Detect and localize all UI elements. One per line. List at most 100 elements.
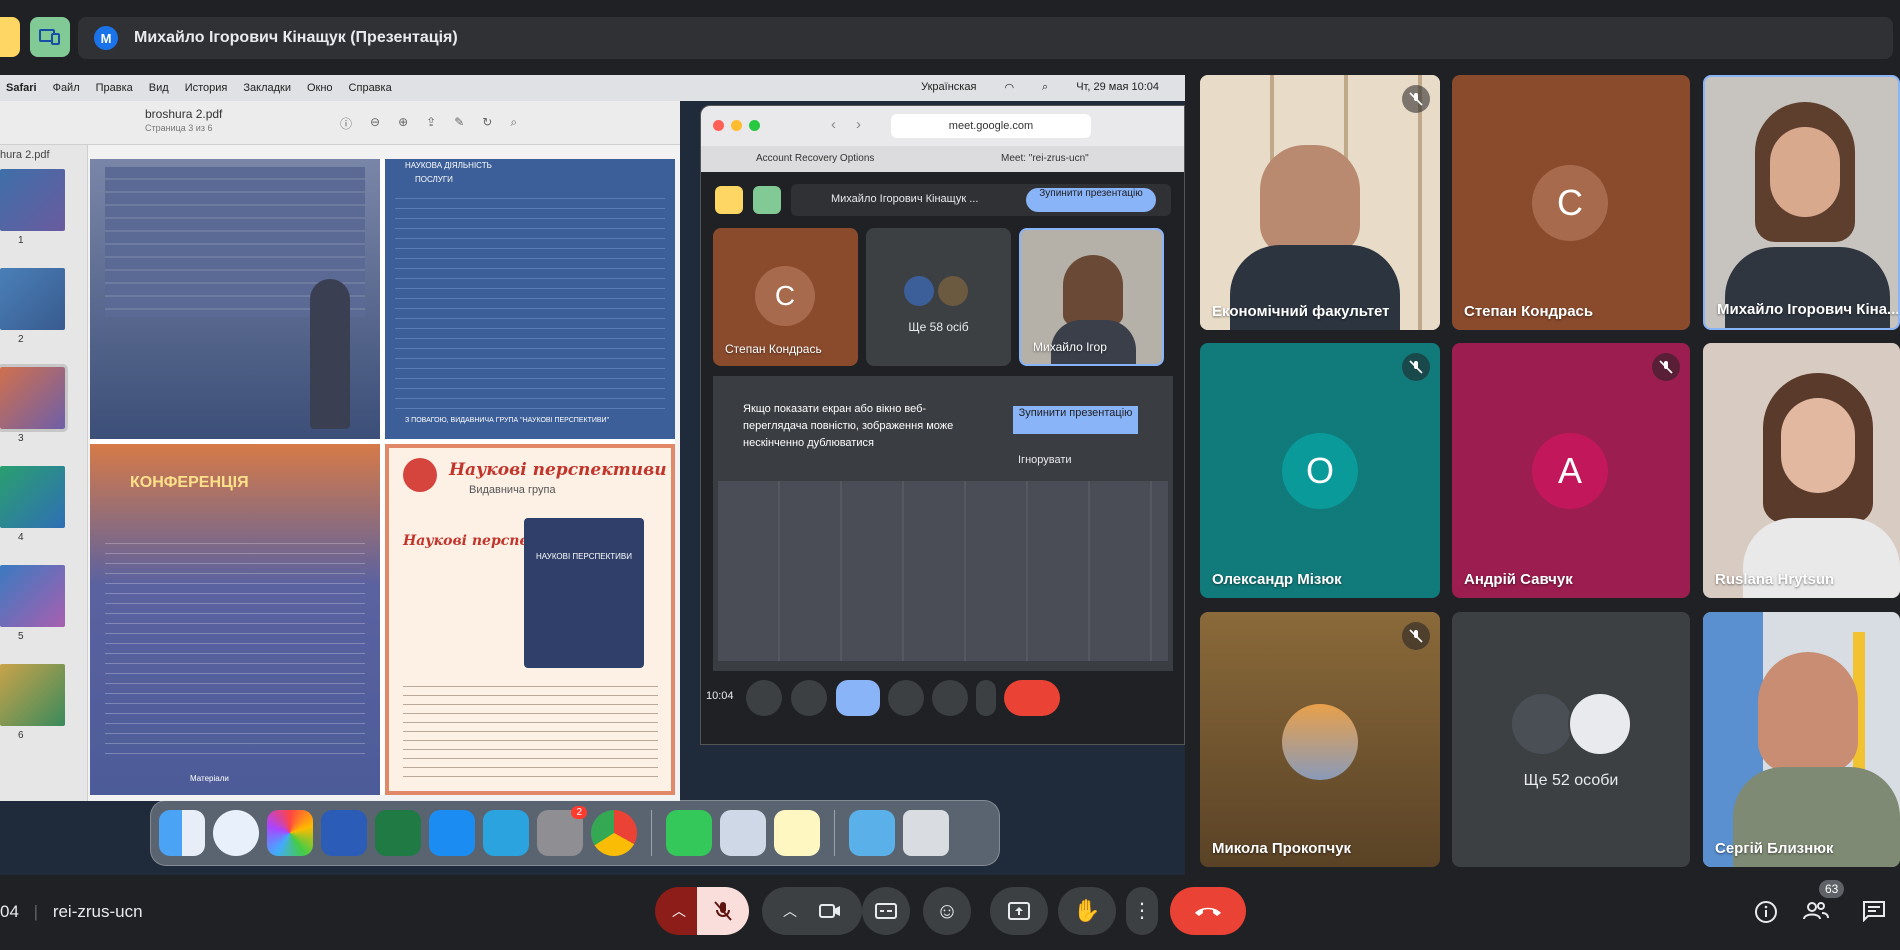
nested-present-button[interactable]	[836, 680, 880, 716]
nested-more-button[interactable]	[976, 680, 996, 716]
keyboard-layout[interactable]: Українская	[921, 81, 976, 94]
url-bar[interactable]: meet.google.com	[891, 114, 1091, 138]
meeting-info-icon[interactable]	[1754, 900, 1780, 926]
reactions-button[interactable]: ☺	[923, 887, 971, 935]
finder-icon[interactable]	[159, 810, 205, 856]
photos-icon[interactable]	[267, 810, 313, 856]
trash-icon[interactable]	[903, 810, 949, 856]
preview-window: broshura 2.pdf Страница 3 из 6 ⓘ ⊖ ⊕ ⇪ ✎…	[0, 101, 680, 801]
minimize-window-button[interactable]	[731, 120, 742, 131]
mic-toggle-button[interactable]	[697, 887, 749, 935]
word-icon[interactable]	[321, 810, 367, 856]
wifi-icon[interactable]: ◠	[1004, 81, 1014, 94]
nested-captions-button[interactable]	[888, 680, 924, 716]
zoom-out-icon[interactable]: ⊖	[370, 115, 380, 132]
page-thumbnail-5[interactable]	[0, 565, 65, 627]
present-screen-icon	[1008, 902, 1030, 920]
page-thumbnail-2[interactable]	[0, 268, 65, 330]
nested-presentation-icon[interactable]	[715, 186, 743, 214]
leave-call-button[interactable]	[1170, 887, 1246, 935]
menu-history[interactable]: История	[185, 82, 228, 94]
nested-leave-button[interactable]	[1004, 680, 1060, 716]
menubar-datetime[interactable]: Чт, 29 мая 10:04	[1076, 81, 1159, 94]
excel-icon[interactable]	[375, 810, 421, 856]
pdf-page: НАУКОВА ДІЯЛЬНІСТЬ ПОСЛУГИ З ПОВАГОЮ, ВИ…	[90, 159, 675, 795]
conference-quadrant: КОНФЕРЕНЦІЯ Матеріали	[90, 444, 380, 795]
participant-name: Андрій Савчук	[1464, 571, 1573, 588]
nested-tile-more[interactable]: Ще 58 осіб	[866, 228, 1011, 366]
browser-tabs: Account Recovery Options Meet: "rei-zrus…	[701, 146, 1184, 172]
avatar: С	[1532, 165, 1608, 241]
nested-switch-icon[interactable]	[753, 186, 781, 214]
warning-ignore-button[interactable]: Ігнорувати	[1018, 454, 1072, 466]
menu-view[interactable]: Вид	[149, 82, 169, 94]
mirror-warning-text: Якщо показати екран або вікно веб-перегл…	[743, 403, 954, 449]
menu-help[interactable]: Справка	[349, 82, 392, 94]
stop-presenting-button[interactable]: Зупинити презентацію	[1026, 188, 1156, 212]
participant-name: Степан Кондрась	[1464, 303, 1594, 320]
info-icon[interactable]: ⓘ	[340, 115, 352, 132]
participant-name: Економічний факультет	[1212, 303, 1390, 320]
tab-account-recovery[interactable]: Account Recovery Options	[756, 153, 874, 164]
page-thumbnail-6[interactable]	[0, 664, 65, 726]
switch-screen-icon[interactable]	[30, 17, 70, 57]
presentation-chip[interactable]: M Михайло Ігорович Кінащук (Презентація)	[78, 17, 1893, 59]
footer-line: З ПОВАГОЮ, ВИДАВНИЧА ГРУПА "НАУКОВІ ПЕРС…	[405, 417, 610, 424]
participant-name: Ruslana Hrytsun	[1715, 571, 1835, 588]
safari-icon[interactable]	[213, 810, 259, 856]
tile-more-participants[interactable]: Ще 52 особи	[1452, 612, 1690, 867]
tab-meet[interactable]: Meet: "rei-zrus-ucn"	[1001, 153, 1089, 164]
people-icon[interactable]	[1803, 900, 1829, 926]
menu-edit[interactable]: Правка	[96, 82, 133, 94]
page-thumbnail-1[interactable]	[0, 169, 65, 231]
facetime-icon[interactable]	[666, 810, 712, 856]
nested-mic-button[interactable]	[746, 680, 782, 716]
share-icon[interactable]: ⇪	[426, 115, 436, 132]
telegram-icon[interactable]	[483, 810, 529, 856]
forward-arrow-icon[interactable]: ›	[856, 116, 861, 133]
menu-window[interactable]: Окно	[307, 82, 333, 94]
nested-raise-hand-button[interactable]	[932, 680, 968, 716]
raise-hand-button[interactable]: ✋	[1058, 887, 1116, 935]
mic-options-button[interactable]: ︿	[655, 887, 703, 935]
page-thumbnail-4[interactable]	[0, 466, 65, 528]
menu-bookmarks[interactable]: Закладки	[243, 82, 291, 94]
mac-dock: 2	[150, 800, 1000, 866]
chrome-icon[interactable]	[591, 810, 637, 856]
muted-mic-icon	[1402, 353, 1430, 381]
markup-icon[interactable]: ✎	[454, 115, 464, 132]
chat-icon[interactable]	[1862, 900, 1888, 926]
presentation-off-icon[interactable]	[0, 17, 20, 57]
search-icon[interactable]: ⌕	[1042, 81, 1048, 94]
app-store-icon[interactable]	[429, 810, 475, 856]
back-arrow-icon[interactable]: ‹	[831, 116, 836, 133]
participant-video	[1260, 145, 1360, 255]
maximize-window-button[interactable]	[749, 120, 760, 131]
search-pdf-icon[interactable]: ⌕	[510, 115, 517, 132]
warning-stop-button[interactable]: Зупинити презентацію	[1013, 406, 1138, 434]
nested-camera-button[interactable]	[791, 680, 827, 716]
notes-icon[interactable]	[774, 810, 820, 856]
menu-file[interactable]: Файл	[53, 82, 80, 94]
captions-button[interactable]	[862, 887, 910, 935]
participant-video	[1758, 652, 1858, 772]
preview-filename: broshura 2.pdf	[145, 107, 223, 121]
clock-time: 04	[0, 902, 19, 921]
meeting-details[interactable]: 04 | rei-zrus-ucn	[0, 902, 143, 922]
close-window-button[interactable]	[713, 120, 724, 131]
page-thumbnail-3[interactable]	[0, 364, 68, 432]
zoom-in-icon[interactable]: ⊕	[398, 115, 408, 132]
present-button[interactable]	[990, 887, 1048, 935]
captions-icon	[875, 903, 897, 919]
more-options-button[interactable]: ⋮	[1126, 887, 1158, 935]
folder-icon[interactable]	[849, 810, 895, 856]
camera-toggle-button[interactable]: ︿	[762, 887, 862, 935]
menu-app[interactable]: Safari	[6, 82, 37, 94]
participant-name: Сергій Близнюк	[1715, 840, 1834, 857]
meeting-controls-bar: 04 | rei-zrus-ucn ︿ ︿ ☺ ✋ ⋮ 63	[0, 875, 1900, 950]
settings-icon[interactable]: 2	[537, 806, 587, 856]
tile-stepan: С Степан Кондрась	[1452, 75, 1690, 330]
preview-icon[interactable]	[720, 810, 766, 856]
rotate-icon[interactable]: ↻	[482, 115, 492, 132]
mac-menubar: Safari Файл Правка Вид История Закладки …	[0, 75, 1185, 101]
